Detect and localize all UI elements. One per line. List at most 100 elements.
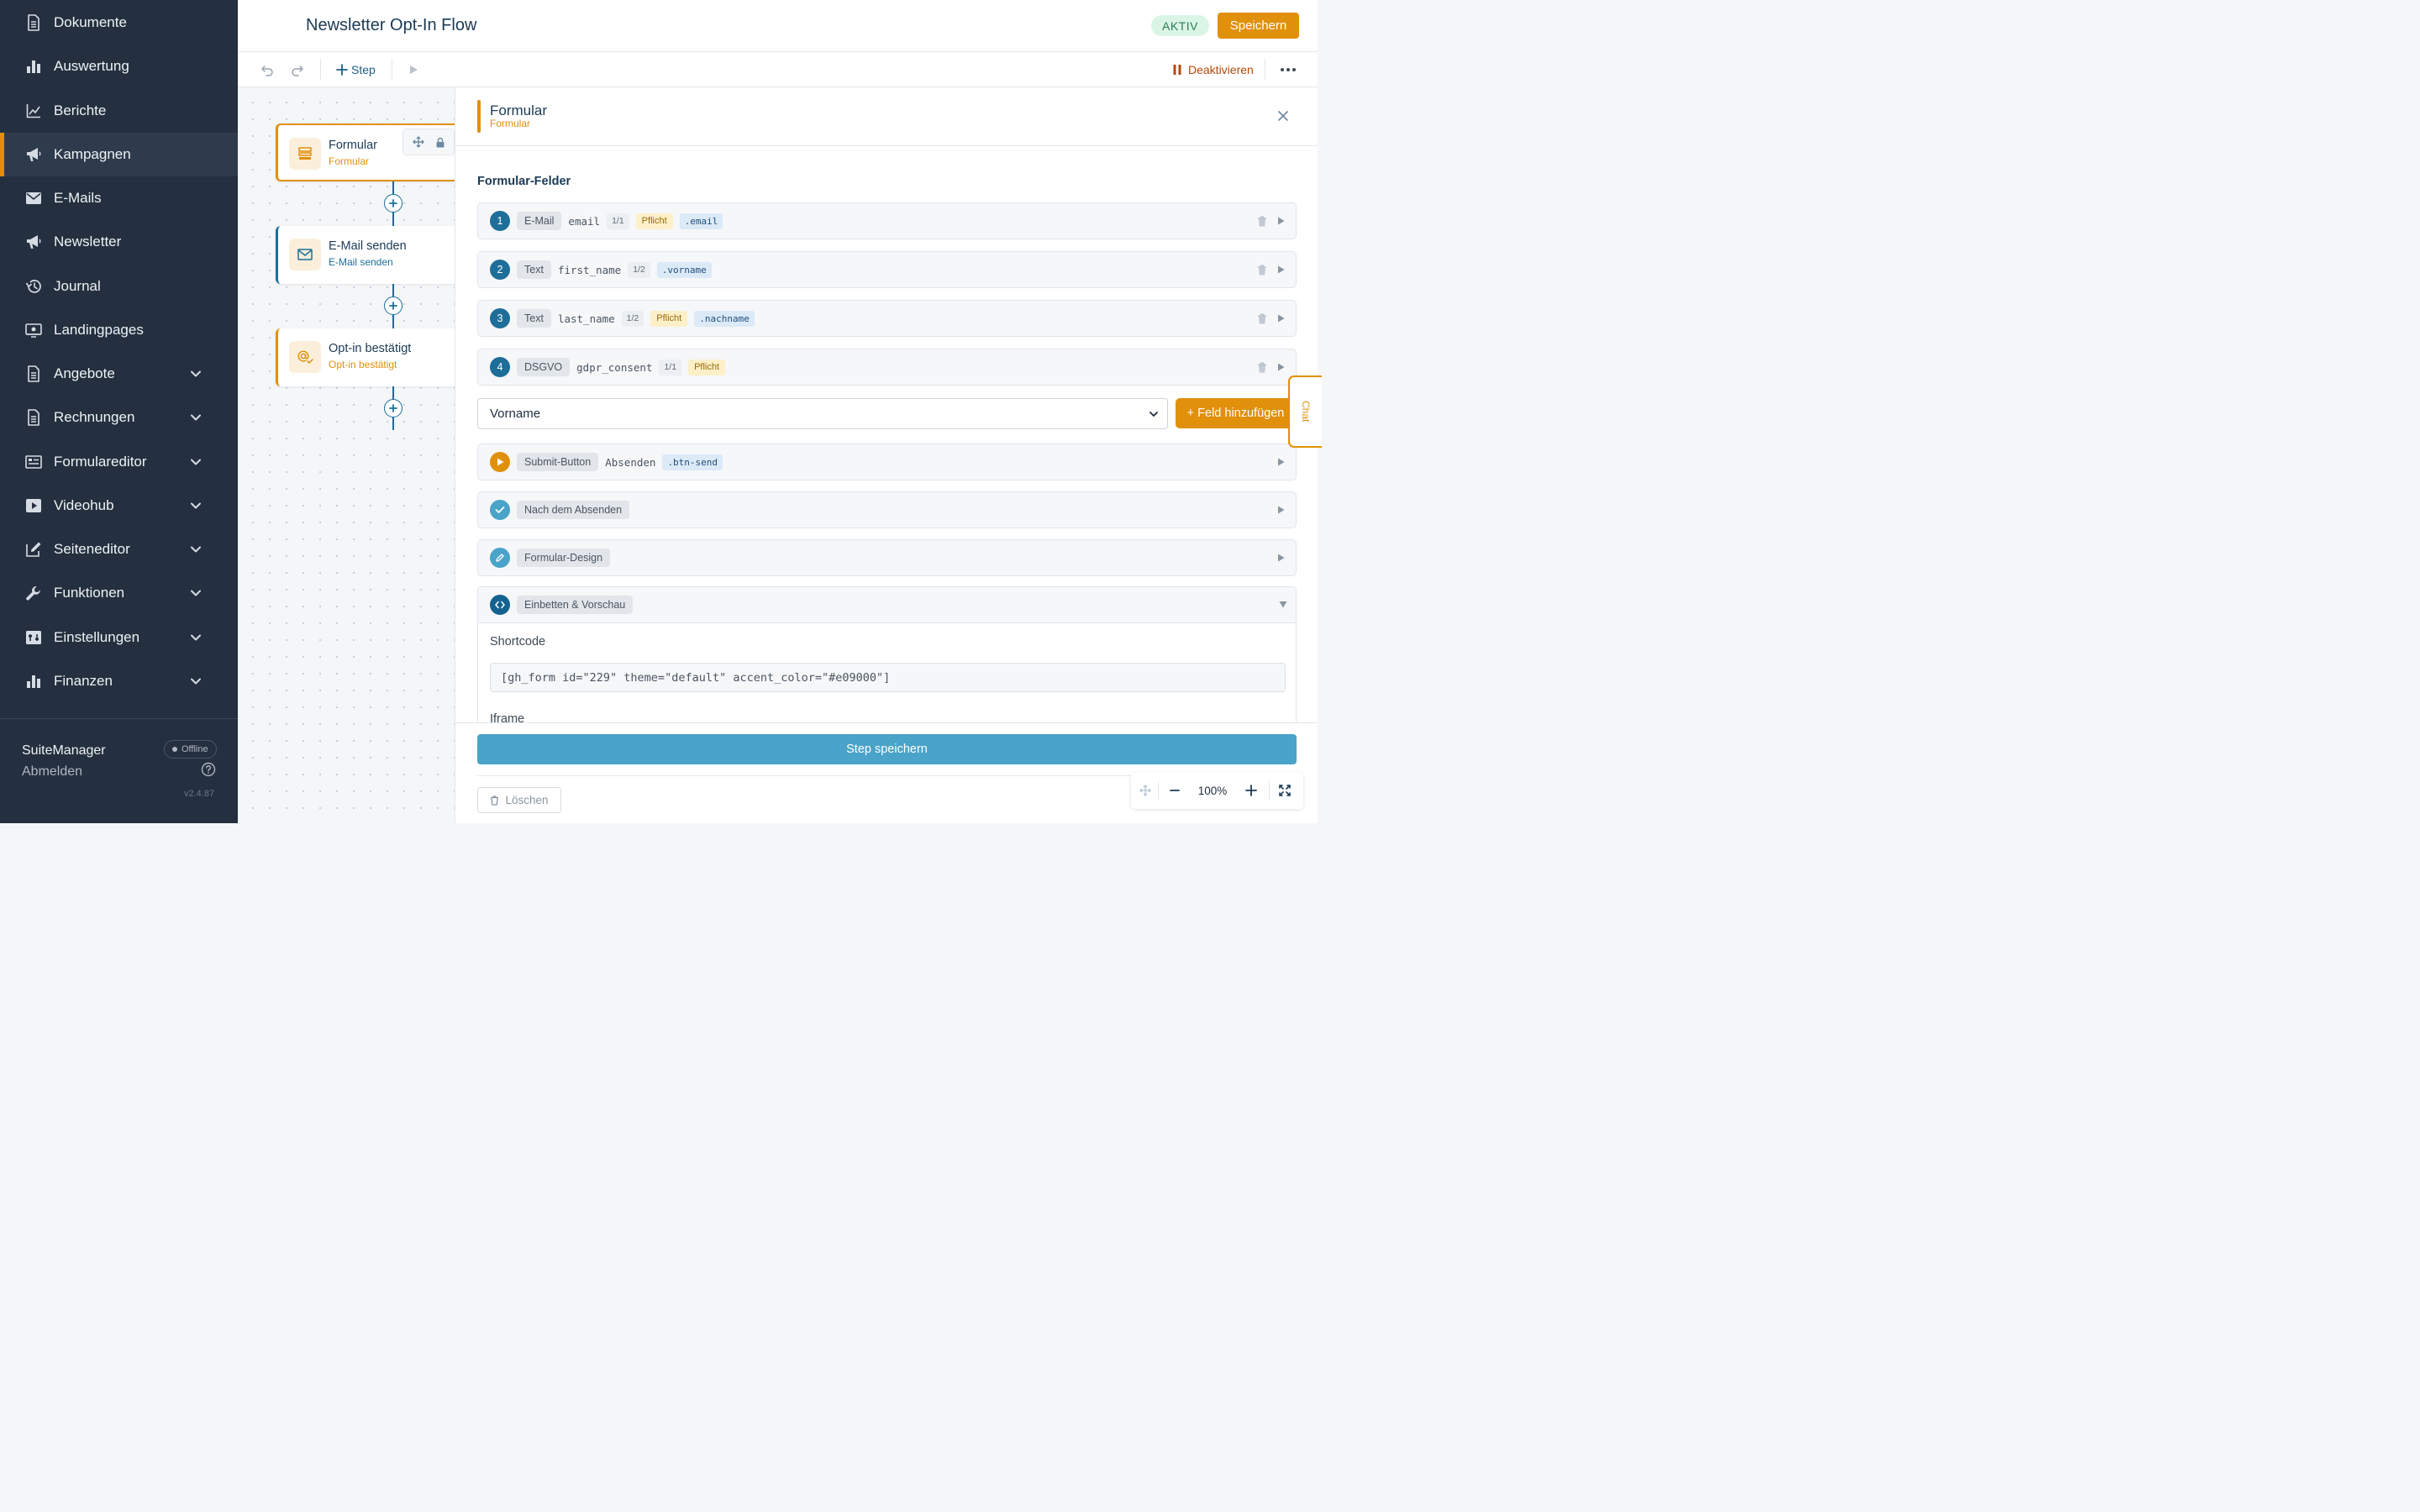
caret-right-icon bbox=[1278, 458, 1285, 466]
save-button[interactable]: Speichern bbox=[1218, 13, 1299, 39]
landingpage-icon bbox=[25, 322, 42, 339]
sidebar-item-landingpages[interactable]: Landingpages bbox=[0, 308, 238, 352]
zoom-in-icon[interactable] bbox=[1243, 772, 1260, 809]
zoom-control: 100% bbox=[1131, 772, 1303, 809]
caret-right-icon[interactable] bbox=[1277, 314, 1285, 323]
megaphone-icon bbox=[25, 234, 42, 250]
pause-icon bbox=[1173, 65, 1181, 75]
trash-icon[interactable] bbox=[1257, 265, 1267, 276]
sidebar-item-finanzen[interactable]: Finanzen bbox=[0, 659, 238, 703]
chevron-down-icon bbox=[188, 585, 203, 601]
undo-icon[interactable] bbox=[260, 61, 275, 78]
sidebar-footer: SuiteManager Abmelden Offline v2.4.87 bbox=[0, 718, 238, 823]
field-type-tag: E-Mail bbox=[517, 212, 562, 230]
megaphone-icon bbox=[25, 146, 42, 163]
field-type-tag: DSGVO bbox=[517, 358, 571, 376]
fit-view-icon[interactable] bbox=[1276, 772, 1293, 809]
sidebar-item-berichte[interactable]: Berichte bbox=[0, 89, 238, 133]
sidebar-item-label: Newsletter bbox=[54, 234, 122, 250]
trash-icon[interactable] bbox=[1257, 313, 1267, 324]
chevron-down-icon bbox=[188, 498, 203, 513]
form-field-row[interactable]: 3 Text last_name 1/2 Pflicht .nachname bbox=[477, 300, 1297, 337]
move-icon[interactable] bbox=[412, 136, 424, 148]
add-step-circle-button[interactable] bbox=[384, 297, 402, 315]
sidebar-item-label: Rechnungen bbox=[54, 409, 135, 426]
zoom-divider bbox=[1269, 781, 1270, 800]
close-icon[interactable] bbox=[1276, 109, 1290, 123]
page-title: Newsletter Opt-In Flow bbox=[306, 16, 477, 34]
code-circle-icon bbox=[490, 595, 510, 615]
node-title: Formular bbox=[329, 139, 378, 152]
sidebar-item-einstellungen[interactable]: Einstellungen bbox=[0, 616, 238, 659]
sidebar-item-videohub[interactable]: Videohub bbox=[0, 484, 238, 528]
shortcode-field[interactable]: [gh_form id="229" theme="default" accent… bbox=[490, 663, 1286, 692]
trash-icon bbox=[491, 795, 499, 806]
panel-title: Formular bbox=[490, 102, 548, 118]
more-options-icon[interactable] bbox=[1280, 61, 1297, 78]
field-name: email bbox=[568, 214, 601, 228]
chat-label: Chat bbox=[1300, 401, 1312, 423]
sidebar-item-e-mails[interactable]: E-Mails bbox=[0, 176, 238, 220]
delete-step-button[interactable]: Löschen bbox=[477, 787, 561, 813]
form-field-row[interactable]: 4 DSGVO gdpr_consent 1/1 Pflicht bbox=[477, 349, 1297, 386]
sidebar-item-auswertung[interactable]: Auswertung bbox=[0, 45, 238, 88]
embed-preview-header[interactable]: Einbetten & Vorschau bbox=[478, 587, 1296, 623]
zoom-out-icon[interactable] bbox=[1166, 772, 1183, 809]
field-width-tag: 1/1 bbox=[607, 213, 629, 229]
sidebar-item-dokumente[interactable]: Dokumente bbox=[0, 1, 238, 45]
field-type-select[interactable]: Vorname bbox=[477, 398, 1168, 429]
add-field-button[interactable]: + Feld hinzufügen bbox=[1176, 398, 1296, 428]
sidebar-item-funktionen[interactable]: Funktionen bbox=[0, 571, 238, 615]
field-width-tag: 1/1 bbox=[659, 359, 682, 375]
sidebar-item-seiteneditor[interactable]: Seiteneditor bbox=[0, 528, 238, 571]
form-field-row[interactable]: 2 Text first_name 1/2 .vorname bbox=[477, 251, 1297, 288]
chat-tab[interactable]: Chat bbox=[1288, 375, 1322, 448]
form-design-row[interactable]: Formular-Design bbox=[477, 539, 1297, 576]
lock-icon[interactable] bbox=[435, 137, 445, 148]
edit-page-icon bbox=[25, 541, 42, 558]
sidebar-item-journal[interactable]: Journal bbox=[0, 265, 238, 308]
flow-canvas[interactable]: Formular Formular E-Mail senden E-Mail s… bbox=[238, 87, 455, 823]
add-step-circle-button[interactable] bbox=[384, 399, 402, 417]
chevron-down-icon bbox=[188, 542, 203, 557]
sidebar-item-kampagnen[interactable]: Kampagnen bbox=[0, 132, 238, 177]
flow-node-formular[interactable]: Formular Formular bbox=[276, 123, 455, 181]
sidebar-item-angebote[interactable]: Angebote bbox=[0, 352, 238, 396]
status-dot bbox=[172, 747, 177, 752]
chevron-down-icon bbox=[188, 674, 203, 689]
sidebar-item-label: Einstellungen bbox=[54, 628, 140, 645]
sidebar-item-label: Angebote bbox=[54, 365, 115, 382]
sidebar-item-newsletter[interactable]: Newsletter bbox=[0, 220, 238, 264]
logout-link[interactable]: Abmelden bbox=[22, 764, 82, 780]
redo-icon[interactable] bbox=[290, 61, 305, 78]
section-title: Formular-Felder bbox=[477, 175, 571, 188]
pan-icon[interactable] bbox=[1138, 772, 1153, 809]
save-step-button[interactable]: Step speichern bbox=[477, 734, 1297, 764]
trash-icon[interactable] bbox=[1257, 216, 1267, 227]
add-step-button[interactable]: Step bbox=[336, 61, 376, 78]
deactivate-button[interactable]: Deaktivieren bbox=[1173, 61, 1254, 78]
trash-icon[interactable] bbox=[1257, 362, 1267, 373]
sidebar-item-label: Kampagnen bbox=[54, 145, 131, 162]
at-check-icon bbox=[289, 341, 321, 373]
node-tools bbox=[402, 129, 455, 155]
caret-right-icon[interactable] bbox=[1277, 217, 1285, 225]
caret-right-icon[interactable] bbox=[1277, 363, 1285, 371]
flow-node-opt-in-bestaetigt[interactable]: Opt-in bestätigt Opt-in bestätigt bbox=[276, 328, 455, 386]
sidebar-item-label: Dokumente bbox=[54, 14, 127, 31]
submit-button-row[interactable]: Submit-Button Absenden .btn-send bbox=[477, 444, 1297, 480]
sidebar-item-rechnungen[interactable]: Rechnungen bbox=[0, 396, 238, 439]
play-icon[interactable] bbox=[408, 61, 418, 78]
add-step-circle-button[interactable] bbox=[384, 194, 402, 213]
field-name: first_name bbox=[557, 263, 622, 276]
help-icon[interactable] bbox=[201, 762, 216, 777]
chevron-down-icon bbox=[1150, 412, 1158, 417]
wrench-icon bbox=[25, 585, 42, 601]
sidebar-item-formulareditor[interactable]: Formulareditor bbox=[0, 440, 238, 484]
after-submit-row[interactable]: Nach dem Absenden bbox=[477, 491, 1297, 528]
flow-node-email-senden[interactable]: E-Mail senden E-Mail senden bbox=[276, 226, 455, 284]
field-width-tag: 1/2 bbox=[628, 261, 650, 278]
form-field-row[interactable]: 1 E-Mail email 1/1 Pflicht .email bbox=[477, 202, 1297, 239]
node-title: Opt-in bestätigt bbox=[329, 342, 412, 355]
caret-right-icon[interactable] bbox=[1277, 265, 1285, 274]
